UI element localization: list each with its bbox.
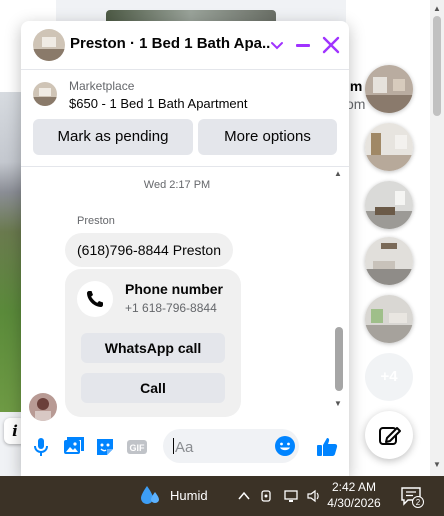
taskbar: Humid 2:42 AM 4/30/2026 2 bbox=[0, 476, 444, 516]
volume-icon[interactable] bbox=[306, 488, 322, 504]
call-button[interactable]: Call bbox=[81, 373, 225, 403]
room-photo-icon bbox=[365, 237, 413, 285]
message-scrollbar-thumb[interactable] bbox=[335, 327, 343, 391]
chevron-down-icon[interactable] bbox=[265, 33, 289, 57]
gif-label: GIF bbox=[130, 443, 146, 453]
close-icon[interactable] bbox=[319, 33, 343, 57]
chat-title[interactable]: Preston · 1 Bed 1 Bath Apa... bbox=[70, 35, 270, 52]
room-photo-icon bbox=[365, 295, 413, 343]
scroll-down-arrow-icon[interactable]: ▼ bbox=[334, 399, 342, 408]
chat-header: Preston · 1 Bed 1 Bath Apa... bbox=[21, 21, 349, 70]
room-photo-icon bbox=[365, 123, 413, 171]
sender-name: Preston bbox=[77, 215, 115, 227]
listing-label: Marketplace bbox=[69, 79, 135, 93]
message-timestamp: Wed 2:17 PM bbox=[143, 179, 211, 191]
notification-count: 2 bbox=[416, 498, 421, 507]
chat-head-5[interactable] bbox=[365, 295, 413, 343]
message-input[interactable] bbox=[173, 429, 277, 465]
chat-head-3[interactable] bbox=[365, 181, 413, 229]
listing-title[interactable]: $650 - 1 Bed 1 Bath Apartment bbox=[69, 96, 248, 111]
chat-head-2[interactable] bbox=[365, 123, 413, 171]
more-chats-indicator[interactable]: +4 bbox=[365, 353, 413, 401]
message-bubble[interactable]: (618)796-8844 Preston bbox=[65, 233, 233, 267]
compose-icon bbox=[379, 427, 401, 445]
listing-thumbnail-icon bbox=[33, 29, 65, 61]
chat-head-1[interactable] bbox=[365, 65, 413, 113]
chat-head-4[interactable] bbox=[365, 237, 413, 285]
network-icon[interactable] bbox=[283, 488, 299, 504]
scroll-down-arrow-icon[interactable]: ▼ bbox=[432, 460, 442, 470]
chat-avatar[interactable] bbox=[33, 29, 65, 61]
scroll-up-arrow-icon[interactable]: ▲ bbox=[432, 4, 442, 14]
sticker-icon[interactable] bbox=[93, 435, 117, 459]
camera-icon[interactable] bbox=[258, 488, 274, 504]
message-input-container[interactable] bbox=[163, 429, 299, 465]
clock-time[interactable]: 2:42 AM bbox=[324, 480, 384, 494]
minimize-icon[interactable] bbox=[291, 33, 315, 57]
marketplace-listing: Marketplace $650 - 1 Bed 1 Bath Apartmen… bbox=[21, 70, 349, 167]
new-message-button[interactable] bbox=[365, 411, 413, 459]
message-list: ▲ ▼ Wed 2:17 PM Preston (618)796-8844 Pr… bbox=[21, 167, 349, 421]
gif-icon[interactable]: GIF bbox=[125, 435, 149, 459]
background-photo bbox=[0, 92, 22, 412]
weather-text[interactable]: Humid bbox=[170, 488, 208, 503]
text-cursor bbox=[173, 438, 174, 454]
chevron-up-icon[interactable] bbox=[236, 488, 252, 504]
listing-thumbnail-icon bbox=[33, 82, 57, 106]
emoji-icon[interactable] bbox=[273, 434, 297, 458]
rain-drop-icon[interactable] bbox=[139, 484, 161, 508]
mark-as-pending-button[interactable]: Mark as pending bbox=[33, 119, 193, 155]
message-composer: GIF bbox=[21, 421, 349, 476]
notification-center-icon[interactable]: 2 bbox=[400, 486, 424, 508]
more-options-button[interactable]: More options bbox=[198, 119, 337, 155]
room-photo-icon bbox=[365, 65, 413, 113]
phone-number-text: +1 618-796-8844 bbox=[125, 301, 217, 315]
whatsapp-call-button[interactable]: WhatsApp call bbox=[81, 333, 225, 363]
like-icon[interactable] bbox=[315, 435, 339, 459]
sender-photo-icon bbox=[29, 393, 57, 421]
sender-avatar bbox=[29, 393, 57, 421]
photo-icon[interactable] bbox=[61, 435, 85, 459]
clock-date[interactable]: 4/30/2026 bbox=[324, 496, 384, 510]
page-scrollbar-thumb[interactable] bbox=[433, 16, 441, 116]
card-title: Phone number bbox=[125, 281, 224, 297]
phone-icon bbox=[77, 281, 113, 317]
scroll-up-arrow-icon[interactable]: ▲ bbox=[334, 169, 342, 178]
microphone-icon[interactable] bbox=[29, 435, 53, 459]
listing-thumbnail[interactable] bbox=[33, 82, 57, 106]
phone-number-card: Phone number +1 618-796-8844 WhatsApp ca… bbox=[65, 269, 241, 417]
chat-window: Preston · 1 Bed 1 Bath Apa... Marketplac… bbox=[21, 21, 349, 476]
room-photo-icon bbox=[365, 181, 413, 229]
